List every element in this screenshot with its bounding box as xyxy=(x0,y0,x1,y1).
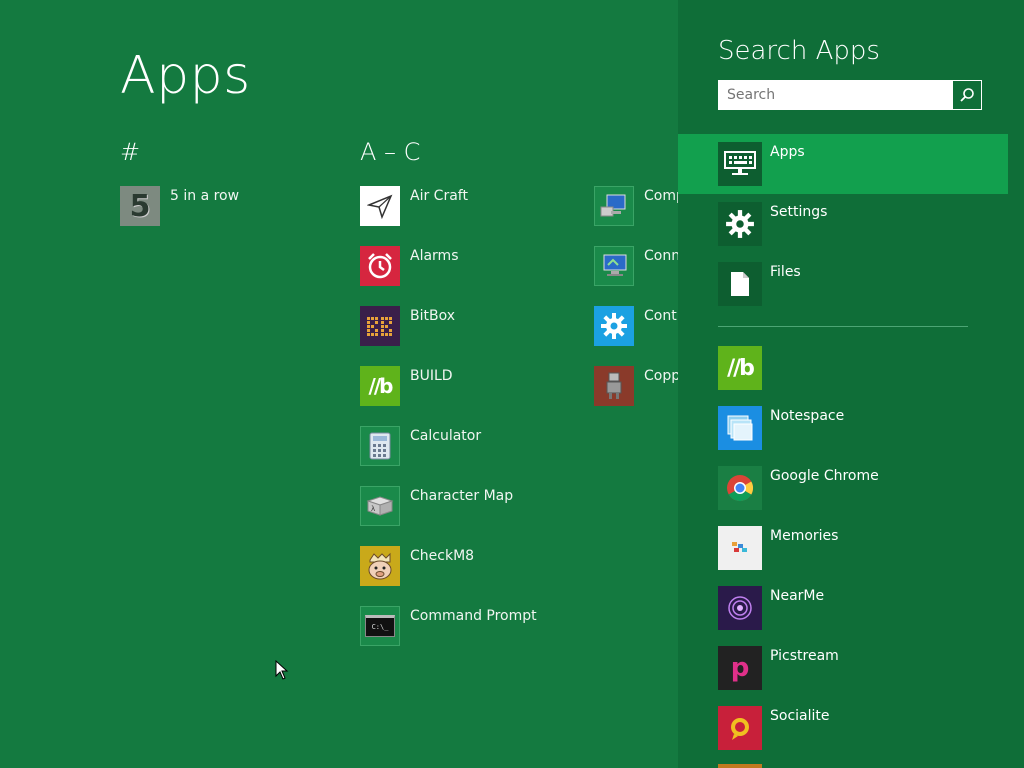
scope-settings[interactable]: Settings xyxy=(678,194,1008,254)
app-tile-copp[interactable]: Copp xyxy=(594,366,678,426)
search-icon xyxy=(960,88,974,102)
gear-icon xyxy=(594,306,634,346)
app-label: Command Prompt xyxy=(410,608,537,624)
scope-label: Apps xyxy=(770,144,805,160)
result-build[interactable]: //b xyxy=(678,346,1008,406)
apps-column-2: Air Craft Alarms BitBox //b BUILD Calcul… xyxy=(360,186,537,666)
scope-files[interactable]: Files xyxy=(678,254,1008,314)
build-b-icon: //b xyxy=(718,346,762,390)
gear-icon xyxy=(718,202,762,246)
page-title: Apps xyxy=(120,46,251,106)
apps-column-3: Comp Conn Contr Copp xyxy=(594,186,678,426)
app-label: Comp xyxy=(644,188,678,204)
file-icon xyxy=(718,262,762,306)
app-tile-character-map[interactable]: λ Character Map xyxy=(360,486,537,546)
calculator-icon xyxy=(360,426,400,466)
app-label: Copp xyxy=(644,368,678,384)
build-b-icon: //b xyxy=(360,366,400,406)
app-label: Notespace xyxy=(770,408,845,424)
scope-apps[interactable]: Apps xyxy=(678,134,1008,194)
search-button[interactable] xyxy=(952,81,981,109)
pane-divider xyxy=(718,326,968,327)
memories-icon xyxy=(718,526,762,570)
scope-label: Settings xyxy=(770,204,828,220)
socialite-icon xyxy=(718,706,762,750)
picstream-icon: p xyxy=(718,646,762,690)
app-label: NearMe xyxy=(770,588,825,604)
app-tile-bitbox[interactable]: BitBox xyxy=(360,306,537,366)
app-tile-conn[interactable]: Conn xyxy=(594,246,678,306)
app-label: Conn xyxy=(644,248,678,264)
app-label: Calculator xyxy=(410,428,482,444)
app-label: CheckM8 xyxy=(410,548,475,564)
app-label: Air Craft xyxy=(410,188,468,204)
app-label: Character Map xyxy=(410,488,514,504)
command-prompt-icon: C:\_ xyxy=(360,606,400,646)
keyboard-monitor-icon xyxy=(718,142,762,186)
app-label: 5 in a row xyxy=(170,188,240,204)
five-in-a-row-icon: 5 xyxy=(120,186,160,226)
app-tile-checkm8[interactable]: CheckM8 xyxy=(360,546,537,606)
scope-label: Files xyxy=(770,264,801,280)
app-tile-air-craft[interactable]: Air Craft xyxy=(360,186,537,246)
app-label: Contr xyxy=(644,308,678,324)
pane-title: Search Apps xyxy=(718,36,880,66)
group-header-hash: # xyxy=(120,138,141,166)
app-label: Memories xyxy=(770,528,839,544)
search-pane: Search Apps Apps Settings Files //b xyxy=(678,0,1024,768)
group-header-a-c: A – C xyxy=(360,138,421,166)
alarm-clock-icon xyxy=(360,246,400,286)
apps-column-1: 5 5 in a row xyxy=(120,186,239,246)
bitbox-icon xyxy=(360,306,400,346)
app-label: BitBox xyxy=(410,308,456,324)
nearme-icon xyxy=(718,586,762,630)
robot-icon xyxy=(594,366,634,406)
result-notespace[interactable]: Notespace xyxy=(678,406,1008,466)
app-label: Socialite xyxy=(770,708,830,724)
computer-icon xyxy=(594,186,634,226)
app-tile-calculator[interactable]: Calculator xyxy=(360,426,537,486)
connection-icon xyxy=(594,246,634,286)
search-input[interactable] xyxy=(719,81,953,109)
apps-view: Apps # A – C 5 5 in a row Air Craft Alar… xyxy=(0,0,678,768)
notespace-icon xyxy=(718,406,762,450)
app-label: Alarms xyxy=(410,248,459,264)
character-map-icon: λ xyxy=(360,486,400,526)
svg-text:λ: λ xyxy=(371,505,375,513)
app-label: Picstream xyxy=(770,648,839,664)
paper-plane-icon xyxy=(360,186,400,226)
app-tile-contr[interactable]: Contr xyxy=(594,306,678,366)
result-memories[interactable]: Memories xyxy=(678,526,1008,586)
search-box xyxy=(718,80,982,110)
app-label: BUILD xyxy=(410,368,453,384)
result-nearme[interactable]: NearMe xyxy=(678,586,1008,646)
checkm8-icon xyxy=(360,546,400,586)
result-google-chrome[interactable]: Google Chrome xyxy=(678,466,1008,526)
result-picstream[interactable]: p Picstream xyxy=(678,646,1008,706)
mouse-cursor-icon xyxy=(275,659,289,684)
result-socialite[interactable]: Socialite xyxy=(678,706,1008,766)
app-tile-comp[interactable]: Comp xyxy=(594,186,678,246)
app-tile-command-prompt[interactable]: C:\_ Command Prompt xyxy=(360,606,537,666)
app-tile-build[interactable]: //b BUILD xyxy=(360,366,537,426)
chrome-icon xyxy=(718,466,762,510)
app-tile-5-in-a-row[interactable]: 5 5 in a row xyxy=(120,186,239,246)
result-partial-tile xyxy=(718,764,762,768)
app-tile-alarms[interactable]: Alarms xyxy=(360,246,537,306)
app-label: Google Chrome xyxy=(770,468,879,484)
